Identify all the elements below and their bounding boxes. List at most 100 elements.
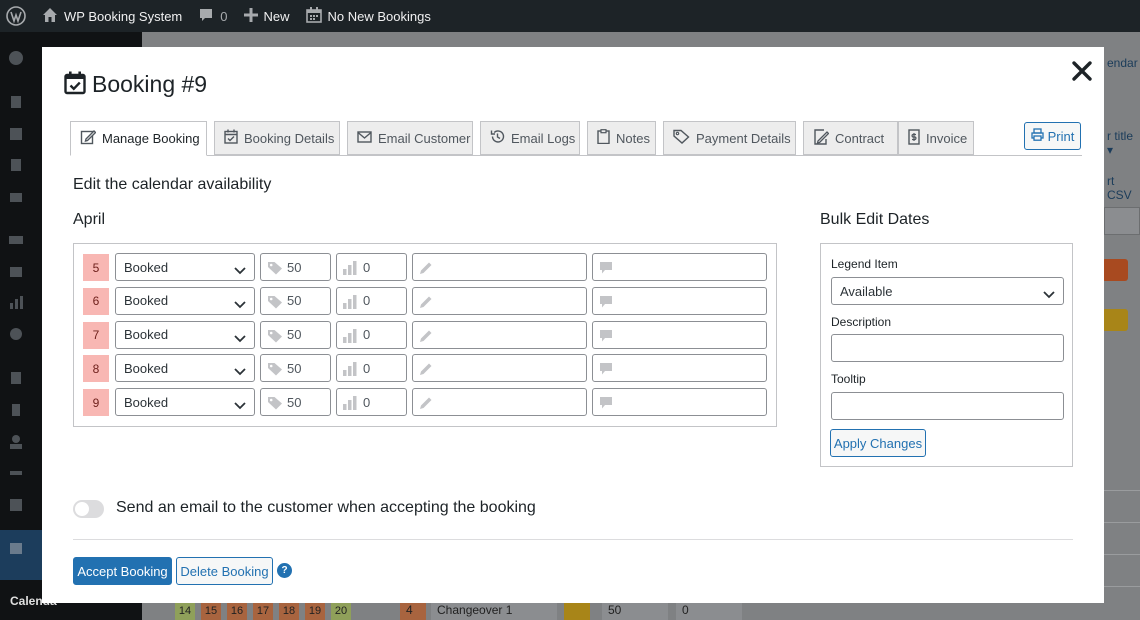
settings-icon — [8, 497, 34, 513]
email-customer-toggle[interactable] — [73, 500, 104, 518]
price-input[interactable]: 50 — [260, 286, 331, 315]
description-input[interactable] — [412, 320, 587, 349]
price-input[interactable]: 50 — [260, 320, 331, 349]
help-icon[interactable]: ? — [277, 563, 292, 578]
quantity-input[interactable]: 0 — [336, 354, 407, 383]
tag-icon — [267, 295, 283, 312]
description-input[interactable] — [412, 286, 587, 315]
history-icon — [490, 129, 511, 147]
comments-link[interactable]: 0 — [190, 0, 235, 32]
bg-day-badge: 4 — [400, 600, 426, 620]
quantity-value: 0 — [363, 259, 371, 275]
accept-booking-button[interactable]: Accept Booking — [73, 557, 172, 585]
tooltip-input[interactable] — [592, 253, 767, 281]
comment-icon — [198, 7, 214, 26]
description-input[interactable] — [412, 253, 587, 281]
description-input[interactable] — [412, 388, 587, 417]
pencil-icon — [419, 362, 433, 379]
modal-title: Booking #9 — [92, 71, 208, 97]
delete-booking-button[interactable]: Delete Booking — [176, 557, 273, 585]
calendar-check-icon — [224, 129, 244, 147]
envelope-icon — [357, 130, 378, 146]
tooltip-input[interactable] — [592, 320, 767, 349]
status-select[interactable]: Booked — [115, 388, 255, 417]
tab-label: Email Customer — [378, 130, 471, 146]
tab-label: Email Logs — [511, 130, 576, 146]
clipboard-icon — [597, 129, 616, 147]
pin-icon — [8, 94, 34, 110]
tooltip-input[interactable] — [592, 388, 767, 417]
close-icon[interactable] — [1070, 59, 1094, 83]
home-icon — [42, 7, 58, 26]
plus-icon — [243, 7, 258, 25]
site-name: WP Booking System — [64, 8, 183, 24]
tab-manage-booking[interactable]: Manage Booking — [70, 121, 207, 156]
tab-email-customer[interactable]: Email Customer — [347, 121, 473, 155]
price-input[interactable]: 50 — [260, 388, 331, 417]
bulk-edit-panel: Legend Item Available Description Toolti… — [820, 243, 1073, 467]
tooltip-input[interactable] — [831, 392, 1064, 420]
bg-day-cell: 20 — [331, 602, 351, 620]
edit-icon — [80, 129, 102, 148]
comments-count: 0 — [220, 8, 228, 24]
wordpress-logo-icon[interactable] — [0, 0, 34, 32]
tooltip-input[interactable] — [592, 354, 767, 383]
marketing-icon — [8, 326, 34, 342]
description-input[interactable] — [412, 354, 587, 383]
tooltip-input[interactable] — [592, 286, 767, 315]
section-title: Edit the calendar availability — [73, 176, 272, 193]
tab-notes[interactable]: Notes — [587, 121, 656, 155]
comments-icon — [8, 190, 34, 206]
tab-label: Contract — [835, 130, 885, 146]
bookings-link[interactable]: No New Bookings — [298, 0, 439, 32]
tab-contract[interactable]: Contract — [803, 121, 898, 155]
bg-day-cell: 15 — [201, 602, 221, 620]
site-name-link[interactable]: WP Booking System — [34, 0, 190, 32]
status-select[interactable]: Booked — [115, 253, 255, 281]
quantity-value: 0 — [363, 293, 371, 309]
quantity-input[interactable]: 0 — [336, 253, 407, 281]
price-input[interactable]: 50 — [260, 253, 331, 281]
quantity-input[interactable]: 0 — [336, 286, 407, 315]
analytics-icon — [8, 295, 34, 311]
bar-chart-icon — [343, 261, 357, 278]
bar-chart-icon — [343, 362, 357, 379]
tab-email-logs[interactable]: Email Logs — [480, 121, 580, 155]
quantity-input[interactable]: 0 — [336, 320, 407, 349]
tag-icon — [267, 261, 283, 278]
appearance-icon — [8, 370, 34, 386]
print-button[interactable]: Print — [1024, 122, 1081, 150]
description-input[interactable] — [831, 334, 1064, 362]
tab-invoice[interactable]: Invoice — [898, 121, 974, 155]
chevron-down-icon — [1043, 287, 1055, 302]
pencil-icon — [419, 396, 433, 413]
print-label: Print — [1047, 128, 1075, 144]
bg-price: 50 — [602, 600, 668, 620]
tab-payment-details[interactable]: Payment Details — [663, 121, 796, 155]
day-badge: 5 — [83, 254, 109, 281]
bg-badge-yellow — [1102, 309, 1128, 331]
status-select[interactable]: Booked — [115, 286, 255, 315]
tab-label: Notes — [616, 130, 650, 146]
contract-icon — [813, 128, 835, 148]
bg-export-link: rt CSV — [1107, 174, 1132, 202]
media-icon — [8, 126, 34, 142]
status-select[interactable]: Booked — [115, 320, 255, 349]
apply-changes-button[interactable]: Apply Changes — [830, 429, 926, 457]
bulk-edit-title: Bulk Edit Dates — [820, 211, 930, 228]
day-badge: 8 — [83, 355, 109, 383]
bg-day-cell: 19 — [305, 602, 325, 620]
chevron-down-icon — [234, 297, 246, 312]
new-content-link[interactable]: New — [236, 0, 298, 32]
bg-title-link: r title ▾ — [1107, 129, 1134, 157]
status-select[interactable]: Booked — [115, 354, 255, 383]
quantity-input[interactable]: 0 — [336, 388, 407, 417]
price-input[interactable]: 50 — [260, 354, 331, 383]
invoice-icon — [908, 128, 926, 148]
quantity-value: 0 — [363, 327, 371, 343]
availability-table: 5 Booked 50 0 6 Booked 50 0 7 Booked 50 0 8 Booked 50 0… — [73, 243, 777, 427]
legend-item-select[interactable]: Available — [831, 277, 1064, 305]
tab-booking-details[interactable]: Booking Details — [214, 121, 340, 155]
comment-icon — [599, 329, 613, 346]
chevron-down-icon — [234, 364, 246, 379]
